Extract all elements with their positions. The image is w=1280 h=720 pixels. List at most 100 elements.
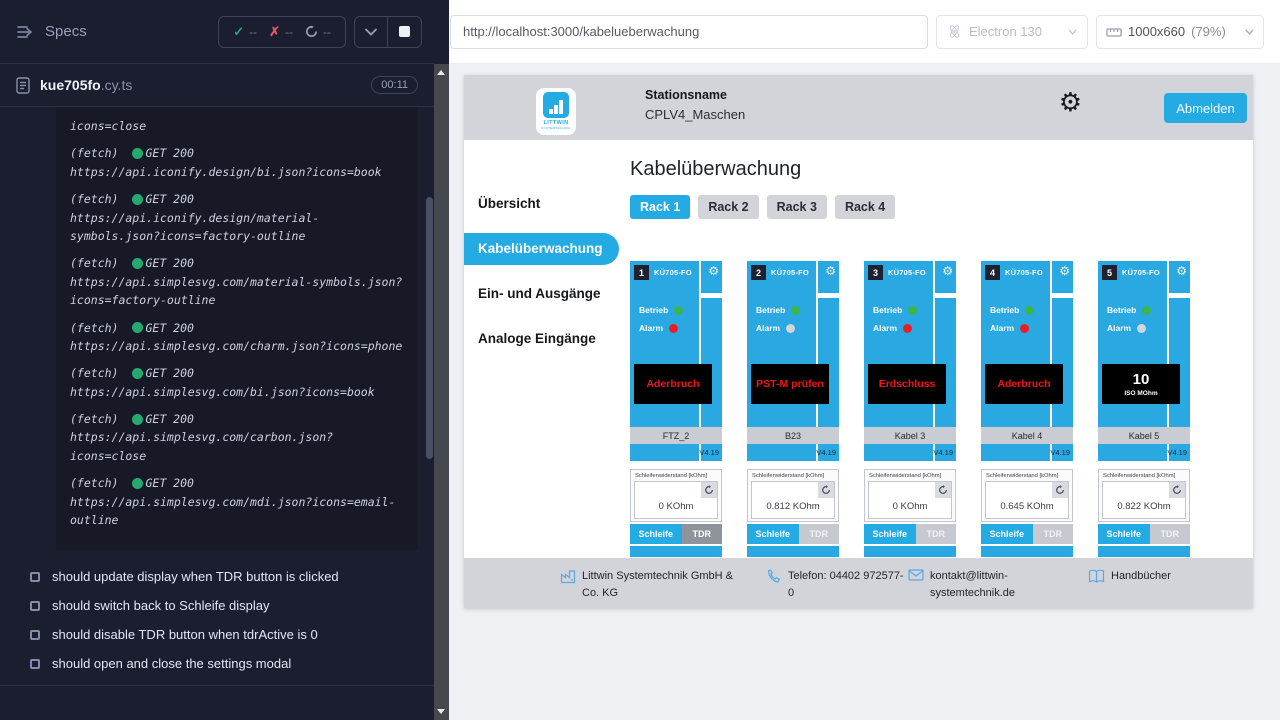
divider <box>0 685 434 686</box>
stop-button[interactable] <box>388 17 421 47</box>
schleife-button[interactable]: Schleife <box>630 524 682 544</box>
rack-tab[interactable]: Rack 2 <box>698 195 758 219</box>
tdr-button[interactable]: TDR <box>1033 524 1073 544</box>
meter-panel: Schleifenwiderstand [kOhm] 0.822 KOhm <box>1098 469 1190 522</box>
betrieb-label: Betrieb <box>756 305 785 315</box>
log-entry[interactable]: (fetch) GET 200 https://api.simplesvg.co… <box>70 474 404 529</box>
refresh-button[interactable] <box>1169 482 1185 498</box>
schleife-button[interactable]: Schleife <box>864 524 916 544</box>
reporter-scrollbar-thumb[interactable] <box>426 197 433 459</box>
log-entry[interactable]: (fetch) GET 200 https://api.simplesvg.co… <box>70 364 404 401</box>
footer-manuals-link[interactable]: Handbücher <box>1088 568 1171 585</box>
sidebar-nav-item[interactable]: Kabelüberwachung <box>464 233 619 265</box>
device-front: 3 KÜ705-FO ⚙ Betrieb Alarm Erdschluss Ka… <box>864 261 956 461</box>
log-entry[interactable]: (fetch) GET 200 https://api.iconify.desi… <box>70 144 404 181</box>
viewport-select[interactable]: 1000x660 (79%) <box>1096 15 1264 49</box>
email-address: kontakt@littwin-systemtechnik.de <box>930 568 1022 601</box>
device-settings-gear-icon[interactable]: ⚙ <box>1176 265 1187 277</box>
cable-name: Kabel 5 <box>1098 427 1190 444</box>
betrieb-row: Betrieb <box>1107 305 1151 315</box>
alarm-row: Alarm <box>990 323 1029 333</box>
spec-file-row[interactable]: kue705fo.cy.ts 00:11 <box>0 64 434 107</box>
scrollbar-track[interactable] <box>434 64 449 720</box>
browser-select[interactable]: Electron 130 <box>936 15 1088 49</box>
device-front: 5 KÜ705-FO ⚙ Betrieb Alarm 10 ISO MOhm K… <box>1098 261 1190 461</box>
scroll-up-icon[interactable] <box>437 70 445 75</box>
app-under-test: LITTWIN SYSTEMTECHNIK Stationsname CPLV4… <box>464 75 1253 608</box>
schleife-button[interactable]: Schleife <box>1098 524 1150 544</box>
meter-panel: Schleifenwiderstand [kOhm] 0.812 KOhm <box>747 469 839 522</box>
reporter-header: Specs ✓ -- ✗ -- <box>0 0 434 64</box>
test-item[interactable]: should switch back to Schleife display <box>0 591 434 620</box>
tdr-button[interactable]: TDR <box>799 524 839 544</box>
refresh-button[interactable] <box>935 482 951 498</box>
rack-tab[interactable]: Rack 4 <box>835 195 895 219</box>
logout-button[interactable]: Abmelden <box>1164 93 1247 123</box>
device-settings-gear-icon[interactable]: ⚙ <box>1059 265 1070 277</box>
sidebar-nav-item[interactable]: Übersicht <box>464 188 619 220</box>
status-text: GET 200 <box>145 474 193 492</box>
littwin-logo: LITTWIN SYSTEMTECHNIK <box>536 88 576 135</box>
refresh-button[interactable] <box>1052 482 1068 498</box>
chevron-down-icon <box>1245 29 1254 35</box>
specs-toggle[interactable]: Specs <box>16 23 87 40</box>
failed-x-icon: ✗ <box>269 24 280 40</box>
test-item[interactable]: should update display when TDR button is… <box>0 562 434 591</box>
refresh-button[interactable] <box>701 482 717 498</box>
device-card: 2 KÜ705-FO ⚙ Betrieb Alarm PST-M prüfen … <box>747 261 839 557</box>
phone-icon <box>766 569 782 584</box>
log-url: https://api.iconify.design/bi.json?icons… <box>70 163 404 181</box>
log-entry[interactable]: icons=close <box>70 117 404 135</box>
test-item[interactable]: should open and close the settings modal <box>0 649 434 678</box>
meter-value: 0.822 KOhm <box>1103 501 1185 512</box>
rack-tab[interactable]: Rack 1 <box>630 195 690 219</box>
log-entry-head: (fetch) GET 200 <box>70 474 404 492</box>
test-item[interactable]: should disable TDR button when tdrActive… <box>0 620 434 649</box>
station-name: CPLV4_Maschen <box>645 107 745 122</box>
stat-passed: ✓ -- <box>233 24 257 40</box>
footer-company: Littwin Systemtechnik GmbH & Co. KG <box>560 568 746 601</box>
browser-name: Electron 130 <box>969 24 1042 39</box>
tdr-button[interactable]: TDR <box>1150 524 1190 544</box>
specs-menu-icon <box>16 24 35 40</box>
rack-tabs: Rack 1 Rack 2 Rack 3 Rack 4 <box>630 195 1253 219</box>
scroll-down-icon[interactable] <box>437 709 445 714</box>
device-number: 3 <box>868 265 883 280</box>
log-status: GET 200 <box>132 364 193 382</box>
test-label: should update display when TDR button is… <box>52 569 339 584</box>
test-pending-icon <box>30 630 40 640</box>
meter-value: 0 KOhm <box>635 501 717 512</box>
log-entry[interactable]: (fetch) GET 200 https://api.simplesvg.co… <box>70 319 404 356</box>
url-input[interactable] <box>450 15 928 49</box>
meter-label: Schleifenwiderstand [kOhm] <box>869 473 952 479</box>
refresh-button[interactable] <box>818 482 834 498</box>
log-entry[interactable]: (fetch) GET 200 https://api.simplesvg.co… <box>70 254 404 309</box>
sidebar-nav-item[interactable]: Ein- und Ausgänge <box>464 278 619 310</box>
tdr-button[interactable]: TDR <box>682 524 722 544</box>
schleife-button[interactable]: Schleife <box>747 524 799 544</box>
device-settings-gear-icon[interactable]: ⚙ <box>825 265 836 277</box>
status-text: GET 200 <box>145 254 193 272</box>
log-entry-head: (fetch) GET 200 <box>70 410 404 428</box>
sidebar-nav-item[interactable]: Analoge Eingänge <box>464 323 619 355</box>
status-text: GET 200 <box>145 410 193 428</box>
rack-tab[interactable]: Rack 3 <box>767 195 827 219</box>
status-dot-icon <box>132 194 143 205</box>
log-entry[interactable]: (fetch) GET 200 https://api.simplesvg.co… <box>70 410 404 465</box>
alarm-row: Alarm <box>873 323 912 333</box>
log-command: (fetch) <box>70 410 118 428</box>
log-entry-head: (fetch) GET 200 <box>70 190 404 208</box>
tab-label: Rack 4 <box>845 200 885 214</box>
spec-name: kue705fo.cy.ts <box>40 77 132 93</box>
status-dot-icon <box>132 148 143 159</box>
device-settings-gear-icon[interactable]: ⚙ <box>942 265 953 277</box>
settings-gear-icon[interactable]: ⚙ <box>1059 89 1082 115</box>
meter-value: 0.645 KOhm <box>986 501 1068 512</box>
schleife-button[interactable]: Schleife <box>981 524 1033 544</box>
tdr-button[interactable]: TDR <box>916 524 956 544</box>
device-settings-gear-icon[interactable]: ⚙ <box>708 265 719 277</box>
log-entry[interactable]: (fetch) GET 200 https://api.iconify.desi… <box>70 190 404 245</box>
preview-pane: Electron 130 1000x660 (79%) <box>449 0 1280 720</box>
chevron-down-icon[interactable] <box>355 17 387 47</box>
firmware-version: V4.19 <box>747 444 839 461</box>
